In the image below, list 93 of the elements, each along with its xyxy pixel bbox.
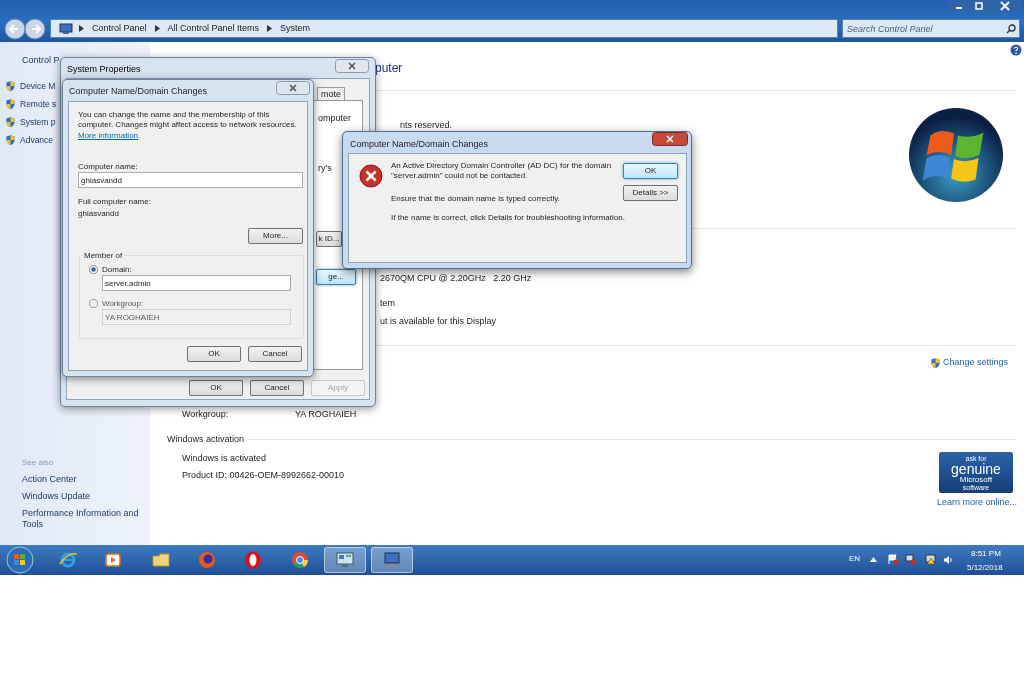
field-label: Workgroup:: [182, 408, 229, 421]
error-icon: [359, 164, 383, 188]
sidebar-link[interactable]: System p: [20, 116, 56, 129]
radio-label: Domain:: [102, 264, 132, 276]
sidebar-link[interactable]: Advance: [20, 134, 54, 147]
browser-icon: [290, 550, 310, 570]
close-button[interactable]: [335, 59, 369, 73]
control-panel-icon: [335, 550, 355, 570]
field-label: Computer name:: [78, 161, 138, 173]
message-text: If the name is correct, click Details for troubleshooting information.: [391, 213, 626, 223]
message-text: Ensure that the domain name is typed correctly.: [391, 194, 561, 204]
more-information-link[interactable]: More information: [78, 130, 139, 142]
pen-touch-value: ut is available for this Display: [380, 315, 497, 328]
description-text: omputer: [318, 112, 352, 125]
learn-more-link[interactable]: Learn more online...: [937, 496, 1018, 510]
chevron-icon: [154, 25, 160, 32]
clock-date[interactable]: 5/12/2018: [967, 562, 1003, 574]
computer-icon: [382, 550, 402, 570]
button[interactable]: Details >>: [623, 185, 678, 201]
radio-button[interactable]: [89, 265, 98, 274]
shield-icon: [5, 116, 16, 128]
close-button[interactable]: [652, 132, 688, 146]
radio-label: Workgroup:: [102, 298, 144, 310]
change-settings-link[interactable]: Change settings: [943, 356, 1009, 370]
network-icon[interactable]: [905, 554, 916, 565]
sidebar-link[interactable]: Remote s: [20, 98, 57, 111]
up-arrow-icon[interactable]: [870, 557, 877, 562]
flag-icon[interactable]: [888, 554, 899, 565]
button[interactable]: More...: [248, 228, 303, 244]
breadcrumb-item[interactable]: All Control Panel Items: [165, 21, 262, 36]
button[interactable]: OK: [189, 380, 243, 396]
shield-icon: [5, 80, 16, 92]
section-heading: Windows activation: [167, 433, 245, 446]
search-field[interactable]: Search Control Panel: [842, 19, 1020, 38]
message-text: An Active Directory Domain Controller (AD DC) for the domain "server.admin" could not be contacted.: [391, 161, 613, 181]
address-bar[interactable]: Control Panel All Control Panel Items System: [50, 19, 838, 38]
warning-icon[interactable]: [925, 554, 936, 565]
back-button[interactable]: [4, 18, 26, 40]
page-heading: puter: [375, 60, 403, 77]
shield-icon: [930, 356, 941, 369]
close-button[interactable]: [988, 0, 1022, 12]
chevron-icon: [79, 25, 84, 32]
computer-icon: [59, 22, 73, 35]
minimize-button[interactable]: [948, 0, 970, 12]
processor-value: 2670QM CPU @ 2.20GHz 2.20 GHz: [380, 272, 532, 285]
speaker-icon[interactable]: [943, 555, 953, 565]
sidebar-link[interactable]: Windows Update: [22, 491, 147, 502]
shield-icon: [5, 98, 16, 110]
dialog-title: Computer Name/Domain Changes: [350, 138, 489, 151]
description-text: ry's: [318, 162, 332, 175]
browser-icon: [197, 550, 217, 570]
breadcrumb-item[interactable]: System: [278, 21, 313, 36]
button[interactable]: k ID...: [316, 231, 342, 247]
system-type-value: tem: [380, 297, 395, 310]
clock-time[interactable]: 8:51 PM: [971, 548, 1001, 560]
taskbar-button[interactable]: [324, 547, 366, 573]
browser-icon: [58, 550, 78, 570]
button[interactable]: Cancel: [250, 380, 304, 396]
field-label: Full computer name:: [78, 196, 151, 208]
media-player-icon: [103, 550, 123, 570]
text-field[interactable]: ghiasvandd: [78, 172, 303, 188]
copyright-text: nts reserved.: [400, 119, 453, 132]
field-value: ghiasvandd: [78, 208, 119, 220]
button[interactable]: ge...: [316, 269, 356, 285]
help-icon[interactable]: [1010, 44, 1022, 56]
sidebar-link[interactable]: Device M: [20, 80, 56, 93]
text-field[interactable]: server.admin: [102, 275, 291, 291]
activation-status: Windows is activated: [182, 452, 267, 465]
folder-icon: [151, 550, 171, 570]
tab[interactable]: mote: [317, 87, 345, 100]
shield-icon: [5, 134, 16, 146]
sidebar-link[interactable]: Performance Information and Tools: [22, 508, 147, 530]
breadcrumb-item[interactable]: Control Panel: [90, 21, 149, 36]
browser-icon: [243, 550, 263, 570]
button[interactable]: OK: [187, 346, 241, 362]
forward-button[interactable]: [24, 18, 46, 40]
radio-button[interactable]: [89, 299, 98, 308]
taskbar-button[interactable]: [371, 547, 413, 573]
language-indicator[interactable]: EN: [849, 553, 861, 565]
sidebar-link[interactable]: Control P: [22, 54, 60, 68]
button[interactable]: OK: [623, 163, 678, 179]
dialog-title: System Properties: [67, 63, 141, 76]
start-button[interactable]: [6, 546, 34, 574]
field-value: YA ROGHAIEH: [295, 408, 357, 421]
product-id: Product ID: 00426-OEM-8992662-00010: [182, 469, 345, 482]
sidebar-link[interactable]: Action Center: [22, 474, 147, 485]
close-button[interactable]: [276, 81, 310, 95]
dialog-title: Computer Name/Domain Changes: [69, 85, 208, 98]
button[interactable]: Cancel: [248, 346, 302, 362]
search-icon[interactable]: [1006, 24, 1016, 34]
chevron-icon: [267, 25, 273, 32]
description-text: You can change the name and the membership of this computer. Changes might affect access to network resources.: [78, 110, 298, 130]
section-heading: See also: [22, 457, 54, 469]
